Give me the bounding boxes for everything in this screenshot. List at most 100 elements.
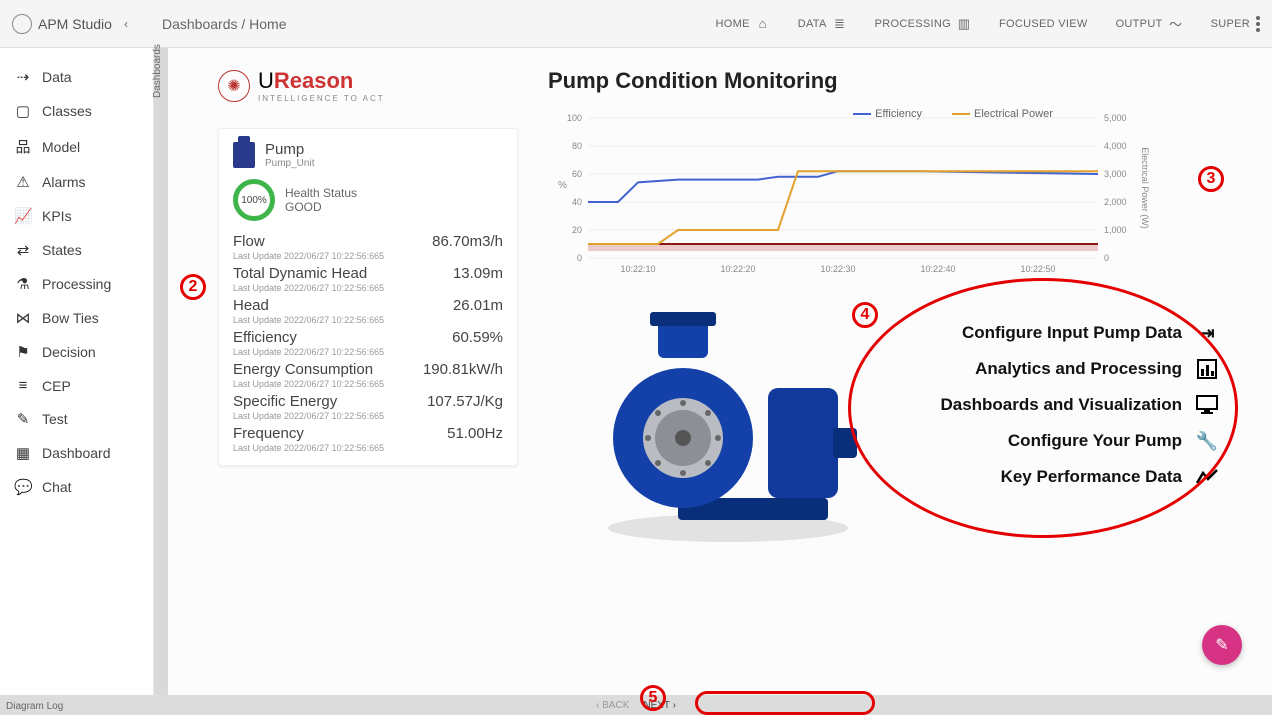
condition-chart[interactable]: 02040608010001,0002,0003,0004,0005,000%E… <box>548 108 1178 288</box>
svg-text:80: 80 <box>572 141 582 151</box>
pencil-icon: ✎ <box>1215 635 1228 655</box>
main-canvas: ✺ UReason INTELLIGENCE TO ACT Pump Condi… <box>168 48 1272 695</box>
svg-text:10:22:10: 10:22:10 <box>620 264 655 274</box>
svg-text:2,000: 2,000 <box>1104 197 1127 207</box>
sidebar-item-bowties[interactable]: ⋈Bow Ties <box>0 301 153 335</box>
metric-row: Flow86.70m3/hLast Update 2022/06/27 10:2… <box>233 233 503 261</box>
breadcrumb[interactable]: Dashboards / Home <box>162 16 287 32</box>
svg-text:5,000: 5,000 <box>1104 113 1127 123</box>
nav-focused-view[interactable]: FOCUSED VIEW <box>999 18 1088 30</box>
line-chart-icon <box>1196 466 1218 488</box>
sidebar-item-chat[interactable]: 💬Chat <box>0 470 153 504</box>
sidebar: ⇢Data ▢Classes 品Model ⚠Alarms 📈KPIs ⇄Sta… <box>0 48 154 695</box>
topbar: APM Studio ‹ Dashboards / Home HOME⌂ DAT… <box>0 0 1272 48</box>
diagram-log-label[interactable]: Diagram Log <box>0 698 170 712</box>
svg-text:10:22:50: 10:22:50 <box>1020 264 1055 274</box>
metric-row: Frequency51.00HzLast Update 2022/06/27 1… <box>233 425 503 453</box>
svg-text:0: 0 <box>577 253 582 263</box>
svg-text:100: 100 <box>567 113 582 123</box>
svg-text:10:22:40: 10:22:40 <box>920 264 955 274</box>
svg-text:10:22:20: 10:22:20 <box>720 264 755 274</box>
metric-row: Total Dynamic Head13.09mLast Update 2022… <box>233 265 503 293</box>
model-icon: 品 <box>14 136 32 157</box>
svg-text:0: 0 <box>1104 253 1109 263</box>
wrench-icon: 🔧 <box>1196 430 1218 452</box>
link-configure-input[interactable]: Configure Input Pump Data⇥ <box>918 322 1218 344</box>
nav-data[interactable]: DATA≣ <box>798 17 847 31</box>
kebab-menu-icon[interactable] <box>1256 16 1260 32</box>
svg-text:Electrical Power (W): Electrical Power (W) <box>1140 147 1150 229</box>
sidebar-item-alarms[interactable]: ⚠Alarms <box>0 165 153 199</box>
annotation-number-2: 2 <box>180 274 206 300</box>
svg-text:40: 40 <box>572 197 582 207</box>
link-dashboards[interactable]: Dashboards and Visualization <box>918 394 1218 416</box>
monitor-icon <box>1196 394 1218 416</box>
annotation-number-4: 4 <box>852 302 878 328</box>
line-chart-icon: 〜 <box>1169 17 1183 31</box>
metric-row: Efficiency60.59%Last Update 2022/06/27 1… <box>233 329 503 357</box>
dashboard-icon: ▦ <box>14 444 32 462</box>
sidebar-item-processing[interactable]: ⚗Processing <box>0 267 153 301</box>
health-value: GOOD <box>285 200 357 214</box>
sidebar-item-classes[interactable]: ▢Classes <box>0 94 153 128</box>
decision-icon: ⚑ <box>14 343 32 361</box>
card-title: Pump <box>265 141 314 158</box>
alarm-icon: ⚠ <box>14 173 32 191</box>
classes-icon: ▢ <box>14 102 32 120</box>
action-links: Configure Input Pump Data⇥ Analytics and… <box>918 308 1218 502</box>
annotation-oval-5 <box>695 691 875 715</box>
topnav: HOME⌂ DATA≣ PROCESSING▥ FOCUSED VIEW OUT… <box>716 16 1260 32</box>
sidebar-item-cep[interactable]: ≡CEP <box>0 369 153 402</box>
card-subtitle: Pump_Unit <box>265 158 314 169</box>
pager-bar: Diagram Log ‹ BACK NEXT › 5 <box>0 695 1272 715</box>
svg-text:10:22:30: 10:22:30 <box>820 264 855 274</box>
svg-text:60: 60 <box>572 169 582 179</box>
sidebar-item-states[interactable]: ⇄States <box>0 233 153 267</box>
metric-row: Specific Energy107.57J/KgLast Update 202… <box>233 393 503 421</box>
cep-icon: ≡ <box>14 377 32 394</box>
link-analytics[interactable]: Analytics and Processing <box>918 358 1218 380</box>
annotation-number-3: 3 <box>1198 166 1224 192</box>
home-icon: ⌂ <box>756 17 770 31</box>
sidebar-item-model[interactable]: 品Model <box>0 128 153 165</box>
bar-chart-icon: ▥ <box>957 17 971 31</box>
sidebar-item-kpis[interactable]: 📈KPIs <box>0 199 153 233</box>
link-kpi[interactable]: Key Performance Data <box>918 466 1218 488</box>
bowtie-icon: ⋈ <box>14 309 32 327</box>
svg-text:4,000: 4,000 <box>1104 141 1127 151</box>
sidebar-item-decision[interactable]: ⚑Decision <box>0 335 153 369</box>
chat-icon: 💬 <box>14 478 32 496</box>
pump-icon <box>233 142 255 168</box>
nav-super[interactable]: SUPER <box>1211 16 1260 32</box>
nav-processing[interactable]: PROCESSING▥ <box>875 17 971 31</box>
chevron-left-icon[interactable]: ‹ <box>124 17 128 31</box>
page-title: Pump Condition Monitoring <box>548 68 838 94</box>
data-icon: ⇢ <box>14 68 32 86</box>
ureason-brand: ✺ UReason INTELLIGENCE TO ACT <box>218 68 385 103</box>
dashboards-rail[interactable]: Dashboards <box>154 48 168 695</box>
nav-output[interactable]: OUTPUT〜 <box>1116 17 1183 31</box>
nav-home[interactable]: HOME⌂ <box>716 17 770 31</box>
health-label: Health Status <box>285 186 357 200</box>
svg-text:1,000: 1,000 <box>1104 225 1127 235</box>
brand[interactable]: APM Studio ‹ <box>12 14 142 34</box>
metric-row: Energy Consumption190.81kW/hLast Update … <box>233 361 503 389</box>
ureason-logo-icon: ✺ <box>218 70 250 102</box>
sidebar-item-test[interactable]: ✎Test <box>0 402 153 436</box>
processing-icon: ⚗ <box>14 275 32 293</box>
kpi-icon: 📈 <box>14 207 32 225</box>
svg-text:20: 20 <box>572 225 582 235</box>
sidebar-item-dashboard[interactable]: ▦Dashboard <box>0 436 153 470</box>
pump-image <box>568 308 868 548</box>
link-configure-pump[interactable]: Configure Your Pump🔧 <box>918 430 1218 452</box>
svg-text:3,000: 3,000 <box>1104 169 1127 179</box>
list-icon: ≣ <box>833 17 847 31</box>
app-name: APM Studio <box>38 16 112 32</box>
test-icon: ✎ <box>14 410 32 428</box>
edit-fab[interactable]: ✎ <box>1202 625 1242 665</box>
sidebar-item-data[interactable]: ⇢Data <box>0 60 153 94</box>
pager-back[interactable]: ‹ BACK <box>593 700 632 711</box>
states-icon: ⇄ <box>14 241 32 259</box>
metric-row: Head26.01mLast Update 2022/06/27 10:22:5… <box>233 297 503 325</box>
health-gauge: 100% <box>233 179 275 221</box>
